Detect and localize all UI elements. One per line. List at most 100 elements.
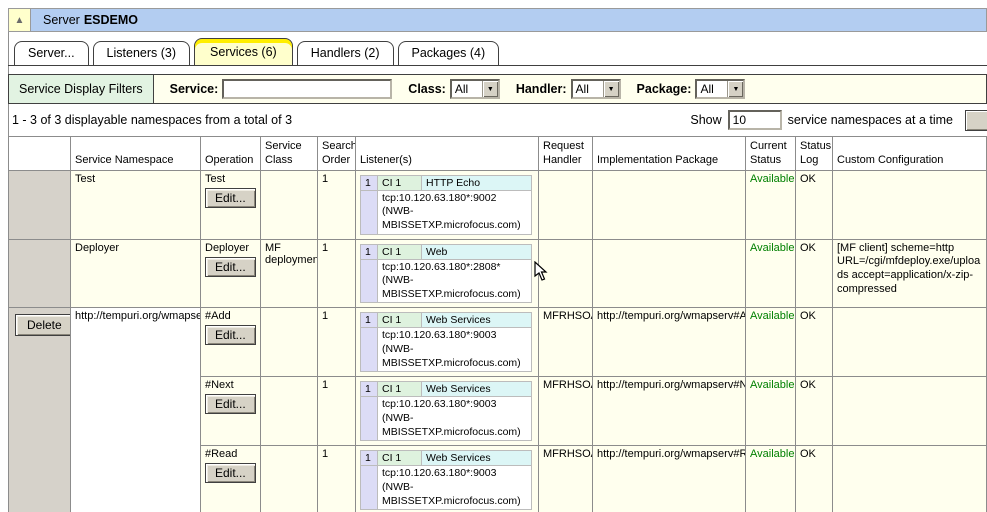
services-table: Service Namespace Operation Service Clas…	[8, 136, 987, 512]
service-class-cell	[261, 308, 318, 377]
listener-ci: CI 1	[378, 244, 422, 259]
service-filter-label: Service:	[170, 82, 219, 96]
delete-namespace-button[interactable]: Delete	[15, 314, 71, 336]
col-implementation-package: Implementation Package	[593, 137, 746, 171]
listener-endpoint: tcp:10.120.63.180*:9003	[382, 467, 527, 481]
edit-operation-button[interactable]: Edit...	[205, 257, 256, 277]
show-count-input[interactable]	[728, 110, 782, 130]
current-status-cell: Available	[746, 170, 796, 239]
handler-select-value: All	[573, 81, 603, 97]
listener-host: (NWB-MBISSETXP.microfocus.com)	[382, 481, 527, 508]
operation-cell: #Next Edit...	[201, 377, 261, 446]
row-actions-cell	[9, 170, 71, 239]
listener-name: HTTP Echo	[422, 175, 532, 190]
listener-ci: CI 1	[378, 451, 422, 466]
operation-name: Test	[205, 173, 256, 185]
tab-services[interactable]: Services (6)	[194, 38, 293, 65]
request-handler-cell: MFRHSOAP	[539, 377, 593, 446]
implementation-cell: http://tempuri.org/wmapserv#Add	[593, 308, 746, 377]
tab-server[interactable]: Server...	[14, 41, 89, 65]
package-select-arrow-icon[interactable]: ▼	[727, 81, 743, 97]
edit-operation-button[interactable]: Edit...	[205, 188, 256, 208]
handler-filter-label: Handler:	[516, 82, 567, 96]
row-actions-cell: Delete	[9, 308, 71, 512]
show-suffix: service namespaces at a time	[788, 113, 953, 127]
col-status-log: Status Log	[796, 137, 833, 171]
handler-select[interactable]: All ▼	[571, 79, 621, 99]
listener-address: tcp:10.120.63.180*:9003 (NWB-MBISSETXP.m…	[378, 328, 532, 372]
search-order-cell: 1	[318, 377, 356, 446]
edit-operation-button[interactable]: Edit...	[205, 325, 256, 345]
listener-box: 1 CI 1 Web Services tcp:10.120.63.180*:9…	[360, 312, 532, 372]
listener-endpoint: tcp:10.120.63.180*:9002	[382, 192, 527, 206]
service-class-cell	[261, 446, 318, 512]
col-operation: Operation	[201, 137, 261, 171]
package-filter-label: Package:	[637, 82, 692, 96]
listener-box: 1 CI 1 Web Services tcp:10.120.63.180*:9…	[360, 381, 532, 441]
listener-ci: CI 1	[378, 175, 422, 190]
custom-config-cell: [MF client] scheme=http URL=/cgi/mfdeplo…	[833, 239, 987, 308]
col-custom-configuration: Custom Configuration	[833, 137, 987, 171]
collapse-toggle-button[interactable]: ▲	[8, 8, 31, 32]
custom-config-cell	[833, 446, 987, 512]
next-page-button[interactable]	[965, 110, 987, 131]
class-filter-label: Class:	[408, 82, 446, 96]
col-request-handler: Request Handler	[539, 137, 593, 171]
show-cluster: Show service namespaces at a time	[690, 110, 987, 130]
server-title-bar: ▲ Server ESDEMO	[8, 8, 987, 32]
tab-listeners[interactable]: Listeners (3)	[93, 41, 190, 65]
status-log-cell: OK	[796, 377, 833, 446]
edit-operation-button[interactable]: Edit...	[205, 463, 256, 483]
edit-operation-button[interactable]: Edit...	[205, 394, 256, 414]
tab-strip: Server... Listeners (3) Services (6) Han…	[8, 37, 987, 66]
table-row: Test Test Edit... 1 1 CI 1 HTTP Echo	[9, 170, 987, 239]
listener-host: (NWB-MBISSETXP.microfocus.com)	[382, 412, 527, 439]
service-display-filters-bar: Service Display Filters Service: Class: …	[8, 74, 987, 104]
search-order-cell: 1	[318, 239, 356, 308]
listener-address: tcp:10.120.63.180*:9003 (NWB-MBISSETXP.m…	[378, 397, 532, 441]
listener-number: 1	[361, 175, 378, 190]
search-order-cell: 1	[318, 170, 356, 239]
listeners-cell: 1 CI 1 Web Services tcp:10.120.63.180*:9…	[356, 446, 539, 512]
listener-endpoint: tcp:10.120.63.180*:9003	[382, 329, 527, 343]
listener-host: (NWB-MBISSETXP.microfocus.com)	[382, 205, 527, 232]
filters-panel-label: Service Display Filters	[9, 75, 154, 103]
custom-config-cell	[833, 377, 987, 446]
operation-name: Deployer	[205, 242, 256, 254]
service-class-cell: MF deployment	[261, 239, 318, 308]
listeners-cell: 1 CI 1 Web Services tcp:10.120.63.180*:9…	[356, 308, 539, 377]
listener-number-spacer	[361, 397, 378, 441]
package-select[interactable]: All ▼	[695, 79, 745, 99]
listener-endpoint: tcp:10.120.63.180*:2808*	[382, 261, 527, 275]
namespace-cell: Deployer	[71, 239, 201, 308]
server-title: Server ESDEMO	[31, 8, 987, 32]
service-class-cell	[261, 377, 318, 446]
listener-address: tcp:10.120.63.180*:9002 (NWB-MBISSETXP.m…	[378, 190, 532, 234]
implementation-cell: http://tempuri.org/wmapserv#Next	[593, 377, 746, 446]
implementation-cell	[593, 170, 746, 239]
class-select[interactable]: All ▼	[450, 79, 500, 99]
handler-select-arrow-icon[interactable]: ▼	[603, 81, 619, 97]
operation-cell: Deployer Edit...	[201, 239, 261, 308]
listener-box: 1 CI 1 HTTP Echo tcp:10.120.63.180*:9002…	[360, 175, 532, 235]
listener-number-spacer	[361, 259, 378, 303]
tab-handlers[interactable]: Handlers (2)	[297, 41, 394, 65]
es-admin-services-page: ▲ Server ESDEMO Server... Listeners (3) …	[0, 0, 987, 512]
status-log-cell: OK	[796, 239, 833, 308]
status-log-cell: OK	[796, 170, 833, 239]
current-status-cell: Available	[746, 239, 796, 308]
service-filter-input[interactable]	[222, 79, 392, 99]
implementation-cell: http://tempuri.org/wmapserv#Read	[593, 446, 746, 512]
listener-number-spacer	[361, 190, 378, 234]
request-handler-cell: MFRHSOAP	[539, 446, 593, 512]
class-select-arrow-icon[interactable]: ▼	[482, 81, 498, 97]
tab-packages[interactable]: Packages (4)	[398, 41, 500, 65]
namespace-cell: Test	[71, 170, 201, 239]
status-log-cell: OK	[796, 446, 833, 512]
request-handler-cell: MFRHSOAP	[539, 308, 593, 377]
listener-number: 1	[361, 451, 378, 466]
table-row: Delete http://tempuri.org/wmapserv #Add …	[9, 308, 987, 377]
listener-name: Web Services	[422, 313, 532, 328]
listener-name: Web	[422, 244, 532, 259]
col-service-class: Service Class	[261, 137, 318, 171]
